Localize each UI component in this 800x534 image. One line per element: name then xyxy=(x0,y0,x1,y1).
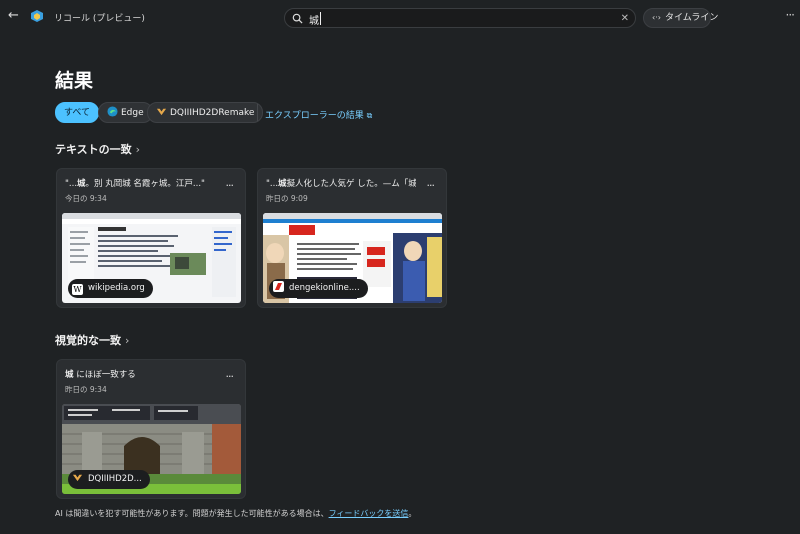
source-label: dengekionline.... xyxy=(289,283,360,293)
source-pill: dengekionline.... xyxy=(269,279,368,298)
visual-match-title: 視覚的な一致 xyxy=(55,334,121,347)
card-title-rest: 。別 丸岡城 名霞ヶ城。江戸..." xyxy=(85,179,205,189)
card-more-icon[interactable]: ··· xyxy=(427,179,435,192)
app-title: リコール (プレビュー) xyxy=(54,14,145,24)
external-link-icon: ⧉ xyxy=(366,111,373,120)
card-title-rest: にほぼ一致する xyxy=(73,370,136,380)
filter-game-chip[interactable]: DQIIIHD2DRemake xyxy=(147,102,264,123)
source-pill: Wwikipedia.org xyxy=(68,279,153,298)
card-title: 城 にほぼ一致する xyxy=(65,368,215,380)
card-timestamp: 昨日の 9:34 xyxy=(65,385,107,394)
card-title-match: 城 xyxy=(65,370,74,380)
recall-app-icon xyxy=(31,10,43,22)
card-title-match: 城 xyxy=(278,179,287,189)
card-timestamp: 今日の 9:34 xyxy=(65,194,107,203)
search-icon xyxy=(292,13,303,24)
source-label: DQIIIHD2D... xyxy=(88,474,142,484)
game-icon xyxy=(72,472,83,483)
result-card-wikipedia[interactable]: "...城。別 丸岡城 名霞ヶ城。江戸..." 今日の 9:34 ··· W w… xyxy=(56,168,246,308)
chevron-right-icon: › xyxy=(135,143,141,156)
card-timestamp: 昨日の 9:09 xyxy=(266,194,308,203)
ai-disclaimer: AI は間違いを犯す可能性があります。問題が発生した可能性がある場合は、フィード… xyxy=(55,508,416,519)
filter-all-chip[interactable]: すべて xyxy=(55,102,100,123)
screenshot-thumbnail[interactable]: Wwikipedia.org xyxy=(62,213,241,303)
back-arrow-icon[interactable]: ← xyxy=(8,9,22,23)
dengeki-icon xyxy=(273,281,284,292)
card-title-rest: 擬人化した人気ゲ した。—ム「城姫..." xyxy=(286,179,416,189)
search-input[interactable]: 城 xyxy=(309,12,319,27)
result-card-dengekionline[interactable]: "...城擬人化した人気ゲ した。—ム「城姫..." 昨日の 9:09 ··· xyxy=(257,168,447,308)
card-more-icon[interactable]: ··· xyxy=(226,370,234,383)
timeline-label: タイムライン xyxy=(664,13,719,23)
screenshot-thumbnail[interactable]: dengekionline.... xyxy=(263,213,442,303)
filter-edge-chip[interactable]: Edge xyxy=(98,102,153,123)
explorer-link-label: エクスプローラーの結果 xyxy=(265,111,364,121)
card-title: "...城。別 丸岡城 名霞ヶ城。江戸..." xyxy=(65,177,215,189)
more-options-icon[interactable]: ··· xyxy=(786,8,796,22)
card-title-prefix: "... xyxy=(266,179,279,189)
search-box[interactable]: 城 ✕ xyxy=(284,8,636,28)
source-pill: DQIIIHD2D... xyxy=(68,470,150,489)
text-match-title: テキストの一致 xyxy=(55,143,132,156)
chevron-right-icon: › xyxy=(125,334,130,347)
visual-match-heading[interactable]: 視覚的な一致 › xyxy=(55,332,129,348)
text-caret xyxy=(320,12,321,25)
feedback-link[interactable]: フィードバックを送信 xyxy=(329,509,409,518)
filter-edge-label: Edge xyxy=(121,108,144,118)
edge-icon xyxy=(107,106,118,117)
text-match-heading[interactable]: テキストの一致 › xyxy=(55,141,140,157)
timeline-button[interactable]: ‹·› タイムライン xyxy=(643,8,718,28)
disclaimer-end: 。 xyxy=(408,509,417,518)
screenshot-thumbnail[interactable]: DQIIIHD2D... xyxy=(62,404,241,494)
timeline-icon: ‹·› xyxy=(652,13,661,22)
card-title-match: 城 xyxy=(77,179,86,189)
disclaimer-text: AI は間違いを犯す可能性があります。問題が発生した可能性がある場合は、 xyxy=(55,509,329,518)
result-card-game[interactable]: 城 にほぼ一致する 昨日の 9:34 ··· DQIIIHD2D... xyxy=(56,359,246,499)
page-title: 結果 xyxy=(55,70,94,92)
wikipedia-icon: W xyxy=(72,284,83,295)
filter-divider xyxy=(257,104,258,121)
explorer-results-link[interactable]: エクスプローラーの結果 ⧉ xyxy=(265,108,372,121)
filter-game-label: DQIIIHD2DRemake xyxy=(170,108,255,118)
title-bar: ← リコール (プレビュー) 城 ✕ ‹·› タイムライン ··· xyxy=(0,0,800,36)
source-label: wikipedia.org xyxy=(88,283,145,293)
filter-all-label: すべて xyxy=(64,108,91,118)
card-title: "...城擬人化した人気ゲ した。—ム「城姫..." xyxy=(266,177,416,189)
card-title-prefix: "... xyxy=(65,179,78,189)
game-icon xyxy=(156,108,167,116)
clear-icon[interactable]: ✕ xyxy=(621,12,629,25)
card-more-icon[interactable]: ··· xyxy=(226,179,234,192)
